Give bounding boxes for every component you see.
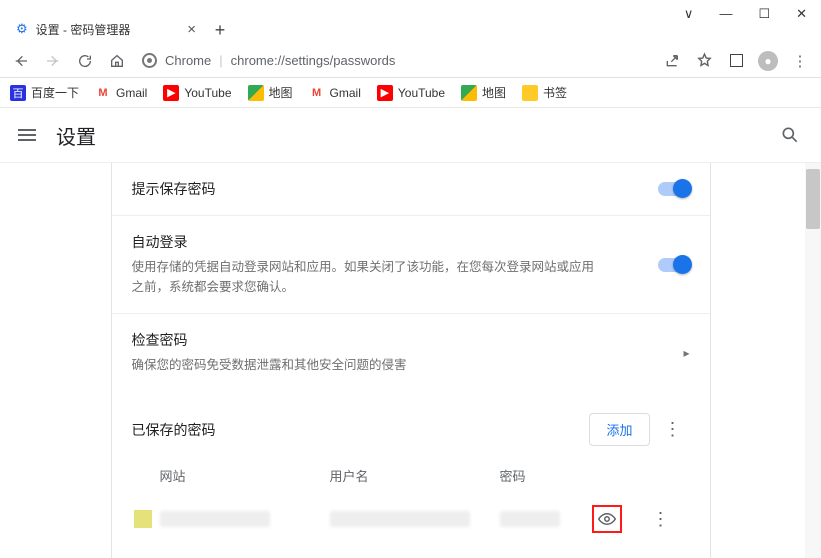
bookmark-item[interactable]: ▶ YouTube	[163, 85, 231, 101]
side-panel-button[interactable]	[723, 48, 749, 74]
arrow-right-icon	[45, 53, 61, 69]
bookmark-item[interactable]: M Gmail	[95, 85, 147, 101]
fold-icon	[522, 85, 538, 101]
password-value	[500, 511, 560, 527]
menu-button[interactable]	[18, 129, 36, 141]
window-indicator-icon: ∨	[684, 6, 694, 22]
gear-icon: ⚙	[16, 21, 28, 37]
square-icon	[730, 54, 743, 67]
new-tab-button[interactable]: +	[206, 16, 234, 44]
scrollbar-track[interactable]	[805, 163, 821, 558]
scrollbar-thumb[interactable]	[806, 169, 820, 229]
password-table-header: 网站 用户名 密码	[112, 456, 710, 495]
bookmark-label: 百度一下	[31, 84, 79, 101]
search-icon	[780, 125, 800, 145]
username-value[interactable]	[330, 511, 470, 527]
url-separator: |	[219, 53, 222, 68]
bookmark-item[interactable]: 百百度一下	[10, 84, 79, 101]
home-icon	[109, 53, 125, 69]
site-value[interactable]	[160, 511, 270, 527]
show-password-button[interactable]	[598, 512, 616, 526]
chrome-icon	[142, 53, 157, 68]
auto-signin-toggle[interactable]	[658, 258, 690, 272]
bookmark-label: 书签	[543, 84, 567, 101]
col-user: 用户名	[330, 466, 500, 485]
auto-signin-row: 自动登录 使用存储的凭据自动登录网站和应用。如果关闭了该功能，在您每次登录网站或…	[112, 215, 710, 313]
bookmark-item[interactable]: M Gmail	[309, 85, 361, 101]
bookmark-label: YouTube	[398, 86, 445, 100]
eye-icon	[598, 512, 616, 526]
col-pass: 密码	[500, 466, 620, 485]
nav-back-button[interactable]	[8, 48, 34, 74]
auto-signin-title: 自动登录	[132, 232, 602, 252]
star-icon	[696, 52, 713, 69]
col-site: 网站	[160, 466, 330, 485]
bookmark-item[interactable]: 地图	[461, 84, 506, 101]
url-path: chrome://settings/passwords	[231, 53, 396, 68]
tab-title: 设置 - 密码管理器	[36, 21, 131, 38]
search-settings-button[interactable]	[777, 122, 803, 148]
offer-save-passwords-row: 提示保存密码	[112, 163, 710, 215]
reload-icon	[77, 53, 93, 69]
share-button[interactable]	[659, 48, 685, 74]
saved-passwords-more-button[interactable]: ⋮	[656, 419, 690, 440]
check-passwords-title: 检查密码	[132, 330, 407, 350]
never-save-heading: 一律不保存	[112, 543, 710, 558]
bookmark-item[interactable]: 书签	[522, 84, 567, 101]
bookmark-label: YouTube	[184, 86, 231, 100]
check-passwords-desc: 确保您的密码免受数据泄露和其他安全问题的侵害	[132, 355, 407, 375]
nav-forward-button	[40, 48, 66, 74]
close-tab-icon[interactable]: ×	[187, 21, 196, 38]
password-row-more-button[interactable]: ⋮	[644, 509, 678, 530]
arrow-left-icon	[13, 53, 29, 69]
site-favicon	[134, 510, 152, 528]
bookmark-label: 地图	[482, 84, 506, 101]
address-bar[interactable]: Chrome | chrome://settings/passwords	[136, 53, 653, 68]
home-button[interactable]	[104, 48, 130, 74]
map-icon	[248, 85, 264, 101]
browser-tab[interactable]: ⚙ 设置 - 密码管理器 ×	[6, 14, 206, 44]
bookmark-label: Gmail	[330, 86, 361, 100]
maximize-button[interactable]: ☐	[758, 6, 770, 22]
yt-icon: ▶	[163, 85, 179, 101]
offer-save-toggle[interactable]	[658, 182, 690, 196]
url-prefix: Chrome	[165, 53, 211, 68]
minimize-button[interactable]: —	[719, 6, 732, 22]
gmail-icon: M	[309, 85, 325, 101]
map-icon	[461, 85, 477, 101]
saved-passwords-heading: 已保存的密码	[132, 420, 216, 440]
bookmark-label: Gmail	[116, 86, 147, 100]
share-icon	[664, 53, 680, 69]
check-passwords-row[interactable]: 检查密码 确保您的密码免受数据泄露和其他安全问题的侵害 ▸	[112, 313, 710, 391]
avatar-icon: ●	[758, 51, 778, 71]
yt-icon: ▶	[377, 85, 393, 101]
auto-signin-desc: 使用存储的凭据自动登录网站和应用。如果关闭了该功能，在您每次登录网站或应用之前，…	[132, 257, 602, 297]
chevron-right-icon: ▸	[683, 346, 689, 360]
add-password-button[interactable]: 添加	[589, 413, 649, 446]
browser-menu-button[interactable]: ⋮	[787, 48, 813, 74]
page-title: 设置	[56, 121, 96, 150]
highlight-box	[592, 505, 622, 533]
favorite-button[interactable]	[691, 48, 717, 74]
offer-save-title: 提示保存密码	[132, 179, 216, 199]
reload-button[interactable]	[72, 48, 98, 74]
gmail-icon: M	[95, 85, 111, 101]
password-row: ⋮	[112, 495, 710, 543]
close-window-button[interactable]: ✕	[796, 6, 807, 22]
bookmark-item[interactable]: ▶ YouTube	[377, 85, 445, 101]
profile-button[interactable]: ●	[755, 48, 781, 74]
bookmark-item[interactable]: 地图	[248, 84, 293, 101]
baidu-icon: 百	[10, 85, 26, 101]
bookmark-label: 地图	[269, 84, 293, 101]
